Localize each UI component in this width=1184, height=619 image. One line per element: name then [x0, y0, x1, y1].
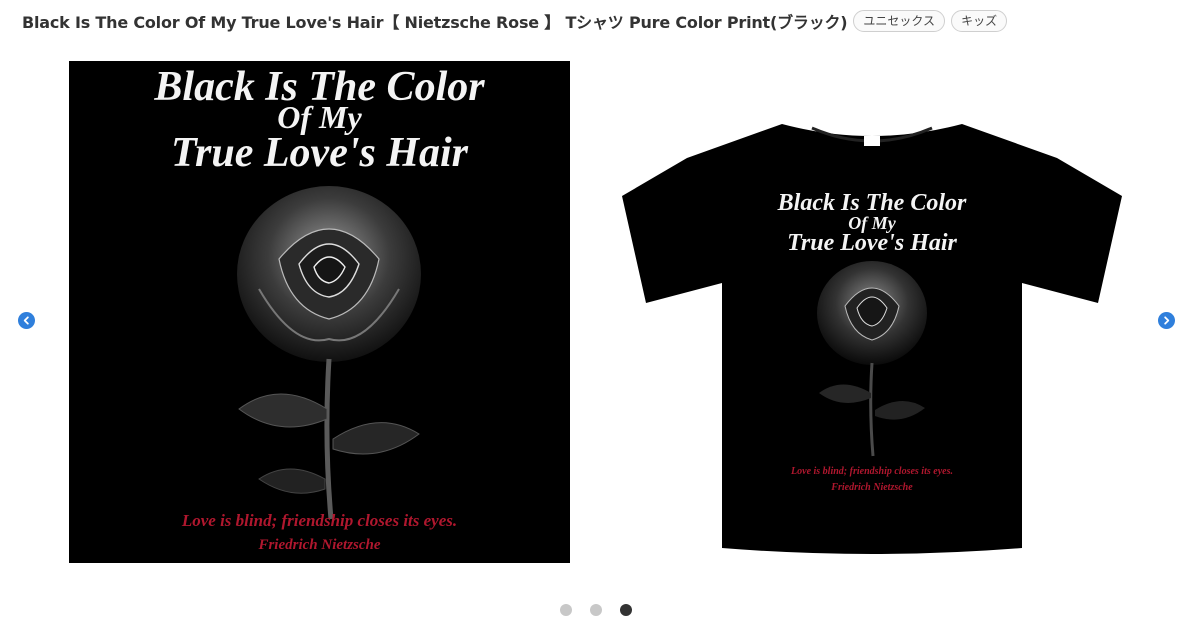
chevron-left-icon [23, 316, 29, 325]
shirt-rose-illustration [817, 261, 927, 457]
design-quote-author: Friedrich Nietzsche [258, 537, 381, 553]
chevron-right-icon [1164, 316, 1170, 325]
carousel-dot-1[interactable] [560, 604, 572, 616]
carousel-dot-2[interactable] [590, 604, 602, 616]
tag-unisex[interactable]: ユニセックス [853, 10, 946, 32]
tag-kids[interactable]: キッズ [951, 10, 1008, 32]
design-quote: Love is blind; friendship closes its eye… [181, 511, 458, 530]
carousel-prev-button[interactable] [18, 312, 35, 329]
product-title: Black Is The Color Of My True Love's Hai… [22, 13, 848, 32]
shirt-title-line3: True Love's Hair [787, 230, 957, 256]
rose-illustration [237, 186, 421, 520]
design-artwork-image[interactable]: Black Is The Color Of My True Love's Hai… [69, 61, 570, 563]
shirt-quote-author: Friedrich Nietzsche [831, 482, 913, 493]
tshirt-mockup-image[interactable]: Black Is The Color Of My True Love's Hai… [612, 118, 1132, 558]
product-header: Black Is The Color Of My True Love's Hai… [22, 9, 1008, 33]
design-title-line3: True Love's Hair [170, 130, 469, 176]
carousel-dot-3[interactable] [620, 604, 632, 616]
shirt-quote: Love is blind; friendship closes its eye… [791, 466, 953, 477]
carousel-pagination [560, 604, 632, 616]
carousel-next-button[interactable] [1158, 312, 1175, 329]
